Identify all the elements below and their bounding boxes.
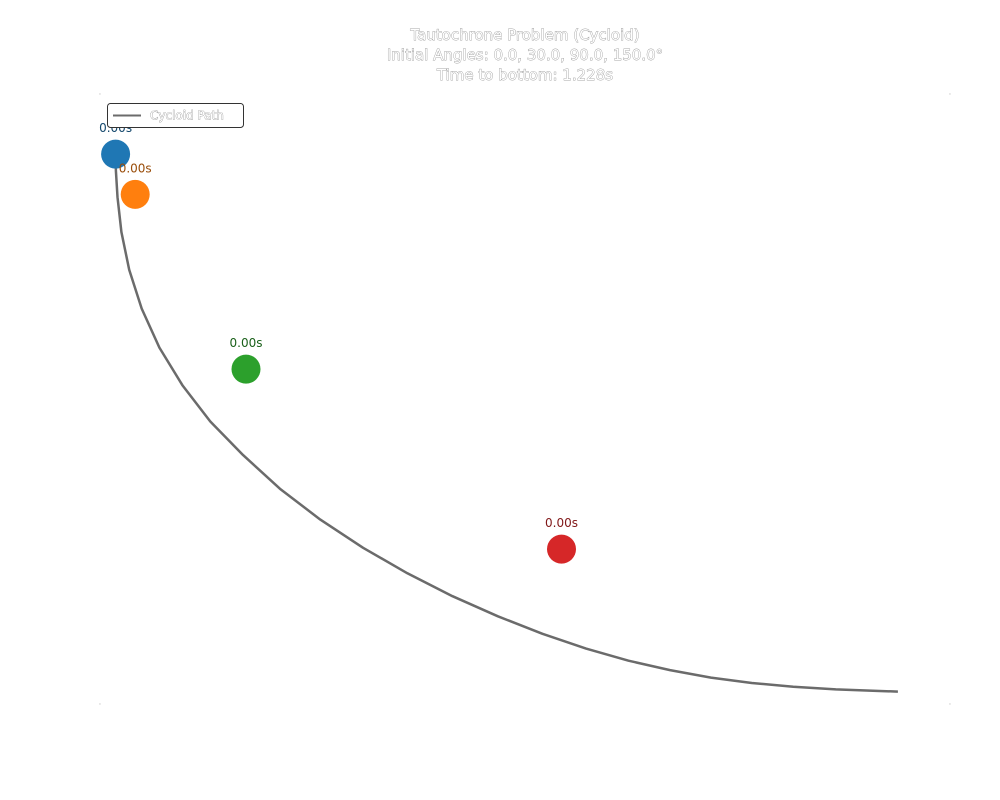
ball-3 — [547, 534, 576, 564]
axes-corner-mark-tl: ' — [99, 92, 101, 100]
chart-title-line-1: Tautochrone Problem (Cycloid) — [409, 26, 639, 44]
plot-area: 0.00s0.00s0.00s0.00s — [99, 121, 898, 693]
tautochrone-figure: Tautochrone Problem (Cycloid) Initial An… — [99, 26, 951, 710]
ball-1 — [120, 179, 150, 209]
chart-title-line-2: Initial Angles: 0.0, 30.0, 90.0, 150.0° — [387, 46, 663, 64]
ball-2-time-label: 0.00s — [230, 336, 263, 350]
ball-2 — [231, 354, 261, 384]
ball-3-time-label: 0.00s — [545, 516, 578, 530]
ball-1-time-label: 0.00s — [119, 161, 152, 175]
legend-entry-cycloid-path: Cycloid Path — [150, 109, 224, 123]
axes-corner-mark-br: ' — [949, 702, 951, 710]
axes-corner-mark-bl: ' — [99, 702, 101, 710]
chart-title-line-3: Time to bottom: 1.228s — [436, 66, 613, 84]
cycloid-path-line — [114, 154, 898, 693]
legend: Cycloid Path — [107, 103, 244, 128]
axes-corner-mark-tr: ' — [949, 92, 951, 100]
